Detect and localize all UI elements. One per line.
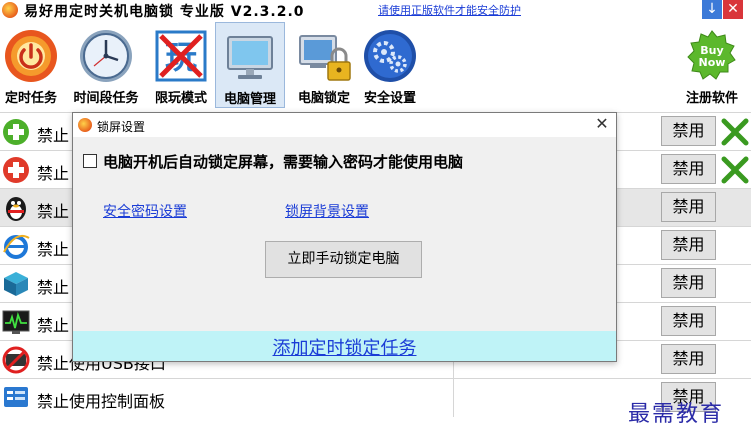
tools-icon[interactable] xyxy=(720,155,750,185)
add-lock-task-link[interactable]: 添加定时锁定任务 xyxy=(73,334,616,360)
app-logo-icon xyxy=(78,118,92,132)
tool-label: 定时任务 xyxy=(4,91,57,106)
monitor-pulse-icon xyxy=(2,310,30,334)
list-item-label: 禁止 xyxy=(37,278,70,297)
control-panel-icon xyxy=(4,387,28,407)
column-divider xyxy=(453,379,454,417)
tool-computer-lock[interactable]: 电脑锁定 xyxy=(292,22,356,108)
minimize-button[interactable]: ↓ xyxy=(702,0,722,19)
disable-button[interactable]: 禁用 xyxy=(661,116,716,146)
list-item-label: 禁止使用控制面板 xyxy=(37,392,166,411)
dialog-body: 电脑开机后自动锁定屏幕，需要输入密码才能使用电脑 安全密码设置 锁屏背景设置 立… xyxy=(73,137,616,331)
tool-time-period-task[interactable]: 时间段任务 xyxy=(66,22,146,108)
dialog-title-bar: 锁屏设置 ✕ xyxy=(73,113,616,137)
list-item-label: 禁止 xyxy=(37,240,70,259)
tool-label: 电脑锁定 xyxy=(297,91,350,106)
disable-button[interactable]: 禁用 xyxy=(661,192,716,222)
list-item-label: 禁止 xyxy=(37,202,70,221)
buy-now-icon: Buy Now xyxy=(687,30,736,80)
lock-background-link[interactable]: 锁屏背景设置 xyxy=(285,201,369,221)
app-title: 易好用定时关机电脑锁 专业版 V2.3.2.0 xyxy=(24,4,305,20)
dialog-title: 锁屏设置 xyxy=(97,120,146,134)
svg-text:Now: Now xyxy=(699,56,726,69)
dialog-close-button[interactable]: ✕ xyxy=(592,114,612,134)
play-limit-icon: 玩 xyxy=(155,30,207,82)
tool-play-limit-mode[interactable]: 玩 限玩模式 xyxy=(149,22,213,108)
auto-lock-label: 电脑开机后自动锁定屏幕，需要输入密码才能使用电脑 xyxy=(103,153,464,171)
lock-now-button[interactable]: 立即手动锁定电脑 xyxy=(265,241,422,278)
close-button[interactable]: ✕ xyxy=(723,0,743,19)
tool-label: 时间段任务 xyxy=(73,91,139,106)
main-toolbar: 定时任务 时间段任务 玩 限玩模式 电脑管理 xyxy=(0,22,751,108)
green-plus-icon xyxy=(3,119,29,145)
red-plus-icon xyxy=(3,157,29,183)
title-bar: 易好用定时关机电脑锁 专业版 V2.3.2.0 请使用正版软件才能安全防护 ↓ … xyxy=(0,0,751,21)
usb-forbidden-icon xyxy=(2,346,30,374)
disable-button[interactable]: 禁用 xyxy=(661,230,716,260)
clock-icon xyxy=(80,30,132,82)
tool-security-settings[interactable]: 安全设置 xyxy=(358,22,422,108)
security-password-link[interactable]: 安全密码设置 xyxy=(103,201,187,221)
game-box-icon xyxy=(4,272,28,296)
app-logo-icon xyxy=(2,2,18,18)
tool-computer-management[interactable]: 电脑管理 xyxy=(215,22,285,108)
power-icon xyxy=(5,30,57,82)
disable-button[interactable]: 禁用 xyxy=(661,306,716,336)
list-item-label: 禁止 xyxy=(37,316,70,335)
genuine-software-link[interactable]: 请使用正版软件才能安全防护 xyxy=(378,2,521,18)
lock-screen-dialog: 锁屏设置 ✕ 电脑开机后自动锁定屏幕，需要输入密码才能使用电脑 安全密码设置 锁… xyxy=(72,112,617,362)
tool-label: 安全设置 xyxy=(363,91,416,106)
disable-button[interactable]: 禁用 xyxy=(661,268,716,298)
monitor-icon xyxy=(227,36,273,79)
list-item-label: 禁止 xyxy=(37,126,70,145)
qq-penguin-icon xyxy=(6,197,26,221)
disable-button[interactable]: 禁用 xyxy=(661,344,716,374)
ie-browser-icon xyxy=(3,234,30,259)
computer-lock-icon xyxy=(299,35,351,81)
tool-scheduled-task[interactable]: 定时任务 xyxy=(0,22,62,108)
gears-icon xyxy=(364,30,416,82)
tool-register-software[interactable]: Buy Now 注册软件 xyxy=(680,22,744,108)
tool-label: 注册软件 xyxy=(685,91,738,106)
auto-lock-checkbox[interactable] xyxy=(83,154,97,168)
tool-label: 限玩模式 xyxy=(154,91,207,106)
tool-label: 电脑管理 xyxy=(223,92,276,107)
watermark: 最需教育 xyxy=(628,402,725,427)
disable-button[interactable]: 禁用 xyxy=(661,154,716,184)
list-item-label: 禁止 xyxy=(37,164,70,183)
dialog-footer: 添加定时锁定任务 xyxy=(73,331,616,361)
tools-icon[interactable] xyxy=(720,117,750,147)
auto-lock-option[interactable]: 电脑开机后自动锁定屏幕，需要输入密码才能使用电脑 xyxy=(83,151,463,172)
